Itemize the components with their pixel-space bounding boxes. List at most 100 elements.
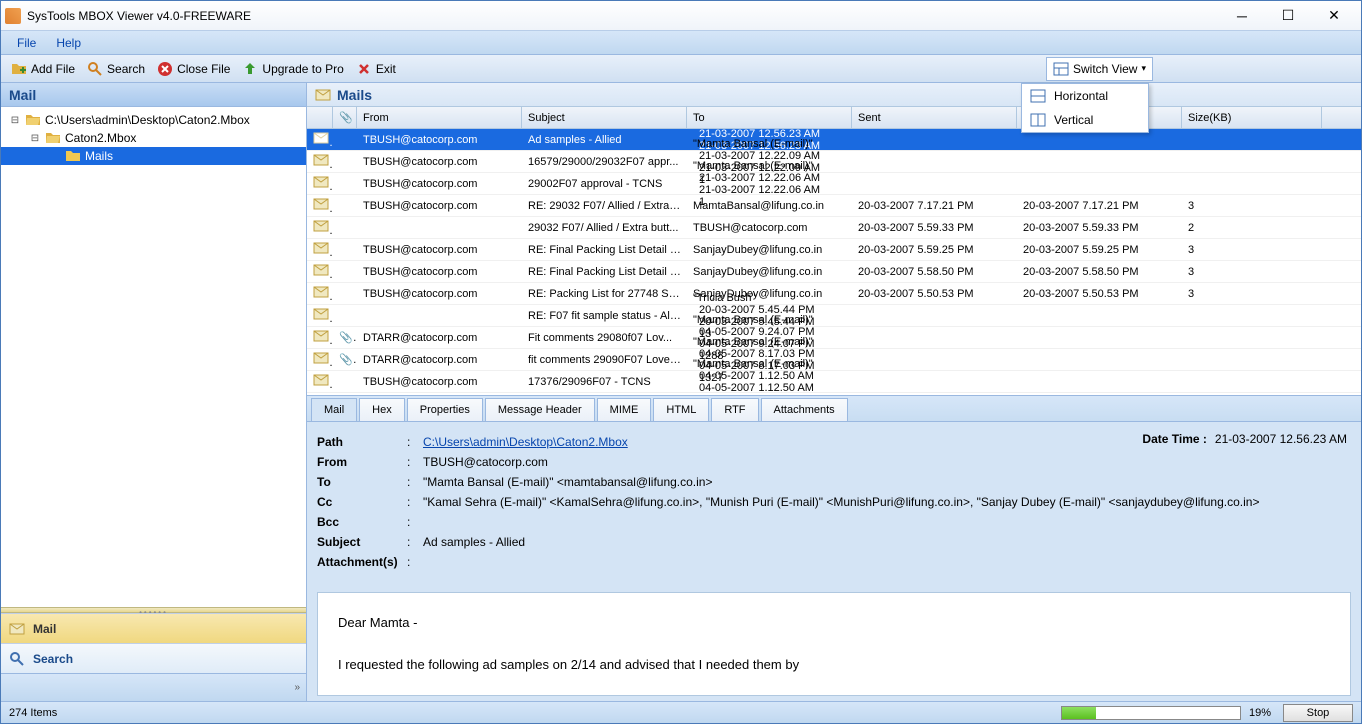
- tab-attachments[interactable]: Attachments: [761, 398, 848, 421]
- detail-path-label: Path: [317, 435, 407, 449]
- cell-subject: Ad samples - Allied: [522, 134, 687, 146]
- switch-view-button[interactable]: Switch View ▾: [1046, 57, 1153, 81]
- tab-html[interactable]: HTML: [653, 398, 709, 421]
- tree-child-label: Caton2.Mbox: [65, 131, 136, 145]
- cell-subject: RE: Final Packing List Detail f...: [522, 244, 687, 256]
- cell-sent: 21-03-2007 12.22.06 AM: [693, 172, 852, 184]
- col-from[interactable]: From: [357, 107, 522, 128]
- table-row[interactable]: TBUSH@catocorp.com17376/29096F07 - TCNS"…: [307, 371, 1361, 393]
- mail-icon: [313, 196, 329, 212]
- cell-from: DTARR@catocorp.com: [357, 354, 522, 366]
- tab-properties[interactable]: Properties: [407, 398, 483, 421]
- dropdown-item-horizontal[interactable]: Horizontal: [1022, 84, 1148, 108]
- folder-tree[interactable]: ⊟ C:\Users\admin\Desktop\Caton2.Mbox ⊟ C…: [1, 107, 306, 607]
- upgrade-button[interactable]: Upgrade to Pro: [236, 57, 349, 81]
- detail-to-label: To: [317, 475, 407, 489]
- cell-subject: RE: F07 fit sample status - All...: [522, 310, 687, 322]
- detail-cc-value: "Kamal Sehra (E-mail)" <KamalSehra@lifun…: [423, 495, 1351, 509]
- tree-mails[interactable]: Mails: [1, 147, 306, 165]
- mails-header: Mails: [307, 83, 1361, 107]
- upgrade-label: Upgrade to Pro: [262, 62, 343, 76]
- nav-mail[interactable]: Mail: [1, 613, 306, 643]
- tree-root[interactable]: ⊟ C:\Users\admin\Desktop\Caton2.Mbox: [1, 111, 306, 129]
- cell-sent: 20-03-2007 5.50.53 PM: [852, 288, 1017, 300]
- col-size[interactable]: Size(KB): [1182, 107, 1322, 128]
- nav-search-label: Search: [33, 652, 73, 666]
- detail-subject-value: Ad samples - Allied: [423, 535, 1351, 549]
- mail-icon: [313, 174, 329, 190]
- minimize-button[interactable]: ─: [1219, 2, 1265, 30]
- col-subject[interactable]: Subject: [522, 107, 687, 128]
- folder-open-icon: [25, 112, 41, 128]
- cell-received: 20-03-2007 7.17.21 PM: [1017, 200, 1182, 212]
- horizontal-layout-icon: [1030, 88, 1046, 104]
- add-file-button[interactable]: Add File: [5, 57, 81, 81]
- right-panel: Mails 📎 From Subject To Sent Recei... Si…: [307, 83, 1361, 701]
- tab-mail[interactable]: Mail: [311, 398, 357, 421]
- col-sent[interactable]: Sent: [852, 107, 1017, 128]
- search-label: Search: [107, 62, 145, 76]
- close-file-label: Close File: [177, 62, 230, 76]
- folder-plus-icon: [11, 61, 27, 77]
- col-to[interactable]: To: [687, 107, 852, 128]
- dropdown-item-vertical[interactable]: Vertical: [1022, 108, 1148, 132]
- cell-to: MamtaBansal@lifung.co.in: [687, 200, 852, 212]
- layout-icon: [1053, 61, 1069, 77]
- table-row[interactable]: TBUSH@catocorp.comRE: Final Packing List…: [307, 239, 1361, 261]
- exit-button[interactable]: Exit: [350, 57, 402, 81]
- cell-received: 21-03-2007 12.22.06 AM: [693, 184, 852, 196]
- close-button[interactable]: ✕: [1311, 2, 1357, 30]
- tree-mails-label: Mails: [85, 149, 113, 163]
- mail-icon: [315, 87, 331, 103]
- cell-subject: 29032 F07/ Allied / Extra butt...: [522, 222, 687, 234]
- nav-strip: »: [1, 673, 306, 701]
- cell-received: 20-03-2007 5.59.33 PM: [1017, 222, 1182, 234]
- tab-message-header[interactable]: Message Header: [485, 398, 595, 421]
- cell-from: TBUSH@catocorp.com: [357, 266, 522, 278]
- titlebar: SysTools MBOX Viewer v4.0-FREEWARE ─ ☐ ✕: [1, 1, 1361, 31]
- mail-icon: [313, 372, 329, 388]
- nav-search[interactable]: Search: [1, 643, 306, 673]
- table-row[interactable]: TBUSH@catocorp.comRE: Final Packing List…: [307, 261, 1361, 283]
- table-row[interactable]: TBUSH@catocorp.com29002F07 approval - TC…: [307, 173, 1361, 195]
- search-button[interactable]: Search: [81, 57, 151, 81]
- tree-toggle-icon[interactable]: ⊟: [9, 115, 21, 126]
- switch-view-label: Switch View: [1073, 62, 1137, 76]
- cell-subject: RE: Packing List for 27748 S0...: [522, 288, 687, 300]
- cell-size: 3: [1182, 266, 1322, 278]
- detail-panel: Path : C:\Users\admin\Desktop\Caton2.Mbo…: [307, 421, 1361, 701]
- attachment-icon: 📎: [339, 354, 357, 366]
- body-line: I requested the following ad samples on …: [338, 655, 1330, 676]
- add-file-label: Add File: [31, 62, 75, 76]
- cell-sent: 20-03-2007 5.58.50 PM: [852, 266, 1017, 278]
- cell-sent: 20-03-2007 7.17.21 PM: [852, 200, 1017, 212]
- menu-file[interactable]: File: [7, 36, 46, 50]
- folder-icon: [65, 148, 81, 164]
- cell-from: TBUSH@catocorp.com: [357, 376, 522, 388]
- folder-open-icon: [45, 130, 61, 146]
- col-icon[interactable]: [307, 107, 333, 128]
- tree-toggle-icon[interactable]: ⊟: [29, 133, 41, 144]
- tab-hex[interactable]: Hex: [359, 398, 405, 421]
- cell-from: TBUSH@catocorp.com: [357, 134, 522, 146]
- chevron-icon[interactable]: »: [294, 682, 300, 693]
- tree-child[interactable]: ⊟ Caton2.Mbox: [1, 129, 306, 147]
- mail-grid: 📎 From Subject To Sent Recei... Size(KB)…: [307, 107, 1361, 395]
- mail-icon: [313, 152, 329, 168]
- detail-path-value[interactable]: C:\Users\admin\Desktop\Caton2.Mbox: [423, 435, 628, 449]
- grid-header: 📎 From Subject To Sent Recei... Size(KB): [307, 107, 1361, 129]
- tab-rtf[interactable]: RTF: [711, 398, 758, 421]
- table-row[interactable]: 29032 F07/ Allied / Extra butt...TBUSH@c…: [307, 217, 1361, 239]
- maximize-button[interactable]: ☐: [1265, 2, 1311, 30]
- menu-help[interactable]: Help: [46, 36, 91, 50]
- detail-cc-label: Cc: [317, 495, 407, 509]
- detail-from-label: From: [317, 455, 407, 469]
- tab-mime[interactable]: MIME: [597, 398, 652, 421]
- stop-button[interactable]: Stop: [1283, 704, 1353, 722]
- cell-sent: 20-03-2007 5.59.25 PM: [852, 244, 1017, 256]
- mail-icon: [313, 262, 329, 278]
- cell-to: TBUSH@catocorp.com: [687, 222, 852, 234]
- grid-body[interactable]: TBUSH@catocorp.comAd samples - Allied"Ma…: [307, 129, 1361, 395]
- col-attachment[interactable]: 📎: [333, 107, 357, 128]
- close-file-button[interactable]: Close File: [151, 57, 236, 81]
